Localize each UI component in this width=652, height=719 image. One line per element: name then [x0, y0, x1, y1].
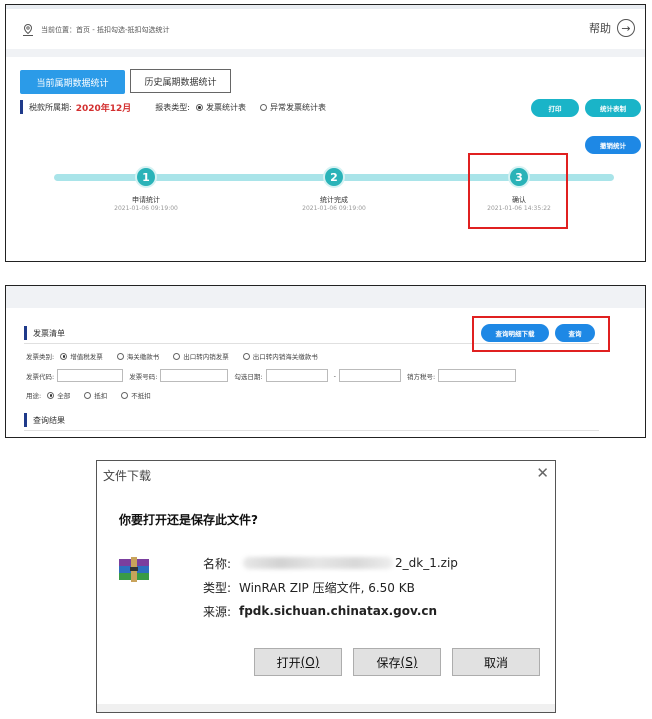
radio-vat-invoice[interactable]: [60, 352, 68, 360]
redacted-filename: [243, 557, 393, 569]
invoice-type-label: 发票类别:: [26, 353, 55, 361]
number-label: 发票号码:: [129, 372, 158, 381]
highlight-box: [468, 153, 568, 229]
divider: [6, 49, 645, 57]
location-pin-icon: [23, 23, 33, 36]
usage-deduct: 抵扣: [94, 392, 108, 400]
file-source-value: fpdk.sichuan.chinatax.gov.cn: [239, 604, 438, 618]
dialog-footer: [97, 704, 555, 712]
file-name-row: 名称: 2_dk_1.zip: [203, 551, 458, 575]
file-info: 名称: 2_dk_1.zip 类型: WinRAR ZIP 压缩文件, 6.50…: [203, 551, 458, 623]
open-button[interactable]: 打开 (O): [254, 648, 342, 676]
radio-usage-all[interactable]: [47, 391, 55, 399]
file-name-suffix: 2_dk_1.zip: [395, 556, 458, 570]
section-marker: [24, 413, 27, 427]
radio-usage-nodeduct[interactable]: [121, 391, 129, 399]
tab-history-period[interactable]: 历史属期数据统计: [130, 69, 231, 93]
section-marker: [24, 326, 27, 340]
stat-sign-button[interactable]: 统计表制: [585, 99, 641, 117]
open-label: 打开: [276, 655, 301, 670]
radio-customs[interactable]: [116, 352, 124, 360]
seller-tax-input[interactable]: [438, 369, 517, 382]
section-marker: [20, 100, 23, 114]
seller-tax-label: 销方税号:: [406, 372, 436, 381]
breadcrumb: 当前位置：首页 - 抵扣勾选-抵扣勾选统计: [21, 23, 170, 37]
invoice-list-panel: 发票清单 查询明细下载 查询 发票类别: 增值税发票 海关缴款书 出口转内销发票…: [5, 285, 646, 438]
close-icon[interactable]: ✕: [536, 464, 549, 482]
invoice-type-export-customs: 出口转内销海关缴款书: [252, 353, 318, 361]
radio-export-customs[interactable]: [242, 352, 250, 360]
invoice-number-input[interactable]: [160, 369, 229, 382]
date-start-input[interactable]: [265, 369, 328, 382]
usage-nodeduct: 不抵扣: [131, 392, 151, 400]
date-separator: -: [333, 371, 336, 380]
usage-all: 全部: [57, 392, 71, 400]
cancel-button[interactable]: 取消: [452, 648, 540, 676]
save-button[interactable]: 保存 (S): [353, 648, 441, 676]
invoice-code-input[interactable]: [57, 369, 124, 382]
invoice-type-row: 发票类别: 增值税发票 海关缴款书 出口转内销发票 出口转内销海关缴款书: [26, 351, 318, 361]
step-1-label: 申请统计: [132, 196, 160, 204]
file-download-dialog: 文件下载 ✕ 你要打开还是保存此文件? 名称: 2_dk_1.zip 类型: W…: [96, 460, 556, 713]
date-label: 勾选日期:: [234, 372, 263, 381]
step-2-time: 2021-01-06 09:19:00: [302, 205, 366, 212]
type-label: 类型:: [203, 580, 232, 595]
result-title: 查询结果: [24, 413, 65, 427]
dialog-question: 你要打开还是保存此文件?: [119, 513, 258, 527]
step-1-time: 2021-01-06 09:19:00: [114, 205, 178, 212]
file-source-row: 来源: fpdk.sichuan.chinatax.gov.cn: [203, 599, 458, 623]
winrar-archive-icon: [119, 557, 149, 582]
breadcrumb-text: 当前位置：首页 - 抵扣勾选-抵扣勾选统计: [41, 26, 170, 34]
usage-label: 用途:: [26, 392, 42, 400]
save-label: 保存: [376, 655, 401, 670]
divider: [24, 430, 599, 431]
radio-usage-deduct[interactable]: [84, 391, 92, 399]
step-2-label: 统计完成: [320, 196, 348, 204]
print-button[interactable]: 打印: [531, 99, 579, 117]
radio-invoice-stat[interactable]: [195, 103, 203, 111]
highlight-box: [472, 316, 610, 352]
result-title-text: 查询结果: [33, 415, 65, 425]
report-option-abnormal: 异常发票统计表: [269, 102, 326, 112]
open-shortcut: (O): [300, 655, 320, 669]
period-value: 2020年12月: [75, 103, 132, 114]
invoice-type-customs: 海关缴款书: [126, 353, 160, 361]
invoice-type-export: 出口转内销发票: [183, 353, 229, 361]
tab-current-period[interactable]: 当前属期数据统计: [20, 70, 125, 94]
help-label: 帮助: [589, 22, 611, 35]
code-label: 发票代码:: [26, 372, 55, 381]
step-1-marker: 1: [135, 166, 157, 188]
step-2-marker: 2: [323, 166, 345, 188]
date-end-input[interactable]: [338, 369, 401, 382]
top-strip: [6, 5, 645, 9]
dialog-title: 文件下载: [103, 469, 152, 483]
invoice-list-title: 发票清单: [24, 326, 65, 340]
statistics-panel: 当前位置：首页 - 抵扣勾选-抵扣勾选统计 帮助 → 当前属期数据统计 历史属期…: [5, 4, 646, 262]
source-label: 来源:: [203, 604, 232, 619]
usage-row: 用途: 全部 抵扣 不抵扣: [26, 390, 151, 400]
file-type-row: 类型: WinRAR ZIP 压缩文件, 6.50 KB: [203, 575, 458, 599]
invoice-type-vat: 增值税发票: [70, 353, 103, 361]
help-link[interactable]: 帮助 →: [589, 19, 635, 37]
name-label: 名称:: [203, 556, 232, 571]
cancel-stat-button[interactable]: 撤销统计: [585, 136, 641, 154]
period-row: 税款所属期: 2020年12月 报表类型: 发票统计表 异常发票统计表: [20, 100, 326, 114]
radio-abnormal-stat[interactable]: [259, 103, 267, 111]
period-label: 税款所属期:: [29, 102, 72, 112]
report-type-label: 报表类型:: [155, 102, 190, 112]
arrow-right-circle-icon: →: [617, 19, 635, 37]
radio-export-domestic[interactable]: [173, 352, 181, 360]
top-strip: [6, 286, 645, 308]
save-shortcut: (S): [400, 655, 418, 669]
filter-row: 发票代码: 发票号码: 勾选日期: - 销方税号:: [26, 369, 522, 382]
report-option-invoice: 发票统计表: [205, 102, 246, 112]
file-type-value: WinRAR ZIP 压缩文件, 6.50 KB: [239, 580, 415, 595]
invoice-list-title-text: 发票清单: [33, 328, 65, 338]
